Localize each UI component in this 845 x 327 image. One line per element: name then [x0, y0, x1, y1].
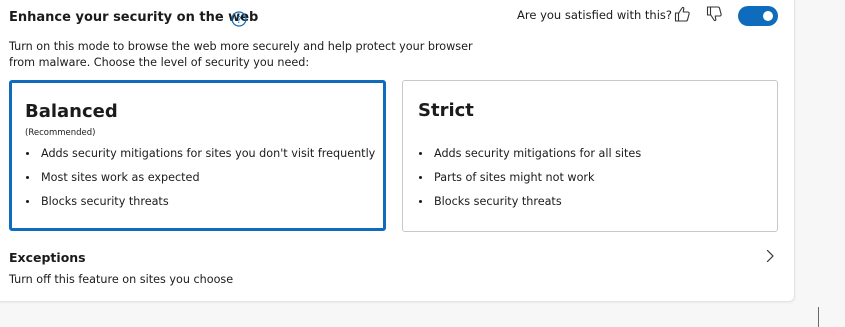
- feature-text: Parts of sites might not work: [434, 171, 595, 184]
- bullet-icon: [26, 176, 29, 179]
- feature-text: Adds security mitigations for all sites: [434, 147, 642, 160]
- feature-text: Most sites work as expected: [41, 171, 200, 184]
- mode-subtitle: (Recommended): [25, 128, 96, 138]
- feature-text: Blocks security threats: [41, 195, 169, 208]
- section-title: Enhance your security on the web: [9, 10, 259, 25]
- section-description: Turn on this mode to browse the web more…: [9, 40, 473, 69]
- chevron-right-icon[interactable]: [764, 249, 776, 263]
- exceptions-title: Exceptions: [9, 250, 86, 265]
- mode-card-strict[interactable]: Strict Adds security mitigations for all…: [402, 80, 778, 232]
- list-item: Adds security mitigations for sites you …: [25, 146, 375, 170]
- scrollbar-edge: [818, 307, 819, 327]
- thumbs-down-icon[interactable]: [705, 5, 723, 23]
- bullet-icon: [26, 152, 29, 155]
- list-item: Blocks security threats: [25, 194, 375, 218]
- toggle-knob: [763, 11, 773, 21]
- feedback-question: Are you satisfied with this?: [517, 8, 673, 22]
- exceptions-description: Turn off this feature on sites you choos…: [9, 273, 234, 286]
- list-item: Parts of sites might not work: [418, 170, 641, 194]
- bullet-icon: [26, 200, 29, 203]
- bullet-icon: [419, 176, 422, 179]
- feature-text: Blocks security threats: [434, 195, 562, 208]
- feature-text: Adds security mitigations for sites you …: [41, 147, 376, 160]
- bullet-icon: [419, 200, 422, 203]
- list-item: Most sites work as expected: [25, 170, 375, 194]
- mode-feature-list: Adds security mitigations for all sites …: [418, 146, 641, 218]
- mode-name: Strict: [418, 100, 474, 121]
- help-circle-icon[interactable]: ?: [231, 11, 247, 27]
- bullet-icon: [419, 152, 422, 155]
- svg-text:?: ?: [236, 15, 241, 26]
- enhance-security-toggle[interactable]: [738, 6, 778, 26]
- mode-name: Balanced: [25, 101, 118, 122]
- exceptions-row[interactable]: Exceptions Turn off this feature on site…: [0, 244, 794, 294]
- mode-feature-list: Adds security mitigations for sites you …: [25, 146, 375, 218]
- security-settings-card: Enhance your security on the web ? Are y…: [0, 0, 795, 302]
- mode-card-balanced[interactable]: Balanced (Recommended) Adds security mit…: [9, 80, 386, 231]
- list-item: Blocks security threats: [418, 194, 641, 218]
- thumbs-up-icon[interactable]: [673, 5, 691, 23]
- list-item: Adds security mitigations for all sites: [418, 146, 641, 170]
